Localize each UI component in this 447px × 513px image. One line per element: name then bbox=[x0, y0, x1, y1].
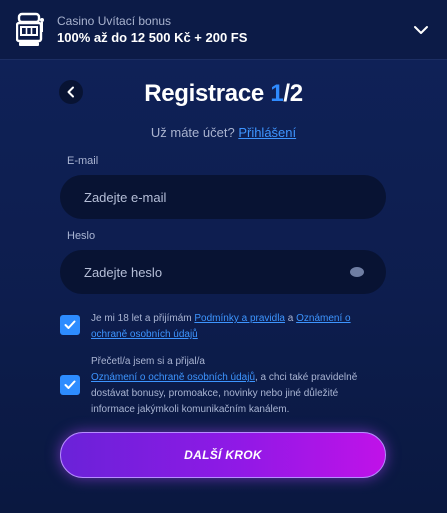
chevron-down-icon[interactable] bbox=[413, 22, 429, 38]
title-text: Registrace bbox=[144, 80, 271, 107]
password-label: Heslo bbox=[67, 230, 96, 242]
terms-checkbox[interactable] bbox=[60, 315, 80, 335]
slot-machine-icon bbox=[16, 12, 44, 46]
login-row: Už máte účet? Přihlášení bbox=[0, 125, 447, 140]
consent-text-part: Je mi 18 let a přijímám bbox=[91, 313, 195, 324]
terms-link[interactable]: Podmínky a pravidla bbox=[194, 313, 285, 324]
step-total: /2 bbox=[283, 80, 303, 107]
terms-consent-text: Je mi 18 let a přijímám Podmínky a pravi… bbox=[91, 311, 383, 343]
email-field-wrapper bbox=[60, 175, 386, 219]
bonus-title: 100% až do 12 500 Kč + 200 FS bbox=[57, 30, 248, 45]
consent-text-part: a bbox=[284, 313, 297, 324]
consent-text-part: Přečetl/a jsem si a přijal/a bbox=[91, 356, 205, 367]
email-field[interactable] bbox=[82, 188, 364, 206]
bonus-banner[interactable]: Casino Uvítací bonus 100% až do 12 500 K… bbox=[0, 0, 447, 60]
password-field[interactable] bbox=[82, 263, 350, 281]
login-prompt: Už máte účet? bbox=[150, 125, 235, 140]
privacy-link[interactable]: Oznámení o ochraně osobních údajů bbox=[91, 372, 255, 383]
marketing-checkbox[interactable] bbox=[60, 375, 80, 395]
password-field-wrapper bbox=[60, 250, 386, 294]
checkmark-icon bbox=[64, 380, 76, 389]
show-password-icon[interactable] bbox=[350, 267, 364, 277]
marketing-consent-text: Přečetl/a jsem si a přijal/a Oznámení o … bbox=[91, 354, 383, 418]
next-step-button[interactable]: DALŠÍ KROK bbox=[60, 432, 386, 478]
bonus-caption: Casino Uvítací bonus bbox=[57, 14, 172, 28]
page-title: Registrace 1/2 bbox=[0, 80, 447, 108]
next-step-label: DALŠÍ KROK bbox=[184, 448, 262, 462]
checkmark-icon bbox=[64, 320, 76, 329]
email-label: E-mail bbox=[67, 155, 99, 167]
step-current: 1 bbox=[270, 80, 284, 107]
login-link[interactable]: Přihlášení bbox=[238, 125, 296, 140]
